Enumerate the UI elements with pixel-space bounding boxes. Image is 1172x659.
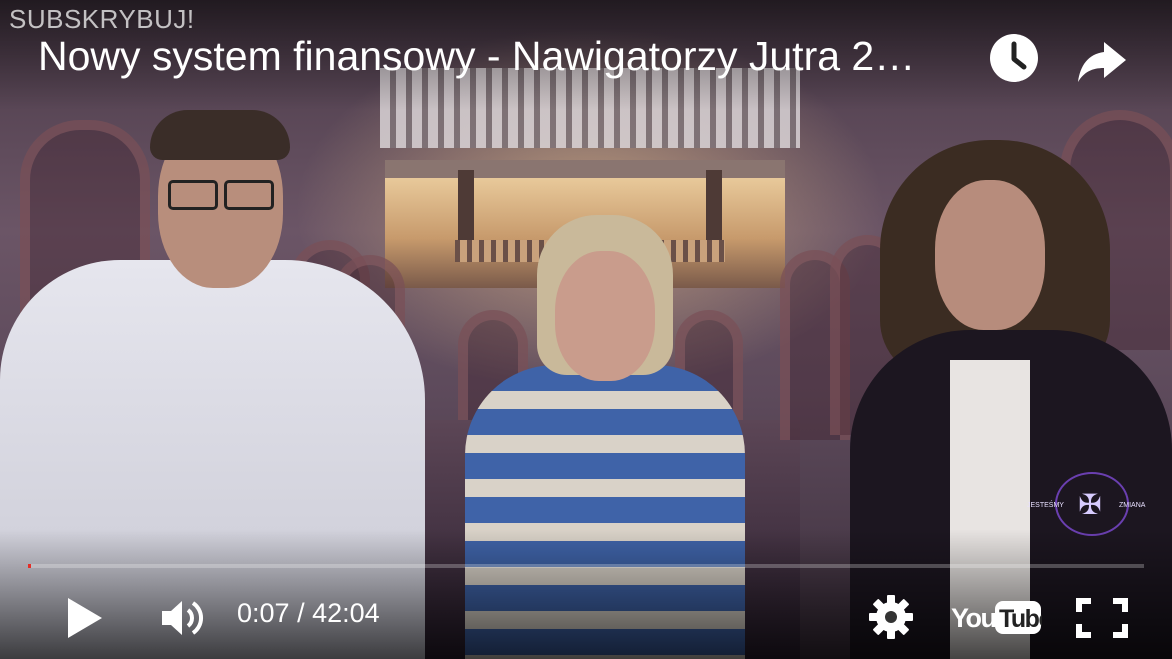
clock-icon xyxy=(990,34,1038,82)
subscribe-link[interactable]: SUBSKRYBUJ! xyxy=(9,4,195,35)
duration: 42:04 xyxy=(312,598,380,628)
fullscreen-icon xyxy=(1076,598,1128,638)
video-player[interactable]: ✠ JESTEŚMY ZMIANA SUBSKRYBUJ! Nowy syste… xyxy=(0,0,1172,659)
play-button[interactable] xyxy=(60,594,108,642)
play-icon xyxy=(68,598,102,638)
progress-played xyxy=(28,564,31,568)
gear-icon xyxy=(869,595,913,639)
video-title[interactable]: Nowy system finansowy - Nawigatorzy Jutr… xyxy=(38,33,968,80)
youtube-logo-you: You xyxy=(951,603,996,633)
time-display: 0:07 / 42:04 xyxy=(237,598,380,629)
settings-button[interactable] xyxy=(868,594,914,640)
time-separator: / xyxy=(289,598,313,628)
glasses xyxy=(168,180,274,210)
current-time: 0:07 xyxy=(237,598,290,628)
channel-watermark-logo: ✠ JESTEŚMY ZMIANA xyxy=(1027,472,1145,536)
youtube-logo: You Tube xyxy=(951,601,1054,634)
volume-icon xyxy=(162,601,203,635)
share-button[interactable] xyxy=(1074,30,1130,86)
fullscreen-button[interactable] xyxy=(1076,598,1128,638)
youtube-logo-button[interactable]: You Tube xyxy=(950,596,1054,638)
share-arrow-icon xyxy=(1078,42,1126,82)
progress-bar[interactable] xyxy=(28,564,1144,568)
watch-later-button[interactable] xyxy=(986,30,1042,86)
volume-button[interactable] xyxy=(160,596,206,640)
youtube-logo-tube: Tube xyxy=(999,605,1042,633)
